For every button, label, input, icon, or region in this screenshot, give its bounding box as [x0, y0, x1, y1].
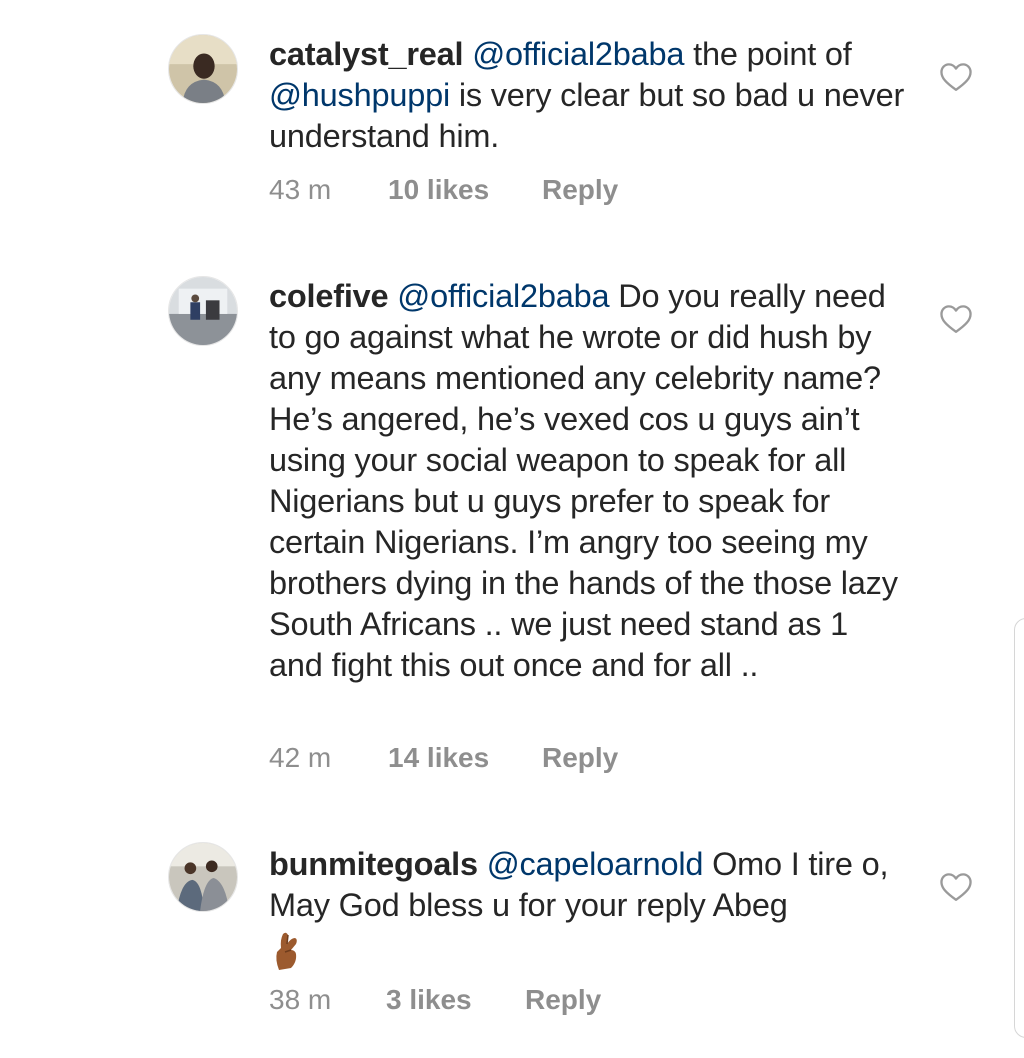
- comment-time: 43 m: [269, 174, 332, 205]
- comment-mention[interactable]: @capeloarnold: [487, 846, 704, 882]
- avatar-photo-icon: [169, 277, 237, 345]
- scroll-edge-panel: [1014, 618, 1024, 1038]
- comment-mention-2[interactable]: @hushpuppi: [269, 77, 450, 113]
- avatar-photo-icon: [169, 843, 237, 911]
- reply-button[interactable]: Reply: [542, 172, 618, 208]
- comment-time: 38 m: [269, 984, 332, 1015]
- comment-username[interactable]: colefive: [269, 278, 389, 314]
- comment-likes[interactable]: 3 likes: [386, 982, 472, 1018]
- comment-time: 42 m: [269, 742, 332, 773]
- comment-likes[interactable]: 10 likes: [388, 172, 489, 208]
- avatar[interactable]: [168, 842, 238, 912]
- comment-text: Do you really need to go against what he…: [269, 278, 898, 683]
- comment-body: bunmitegoals @capeloarnold Omo I tire o,…: [269, 844, 909, 970]
- avatar-photo-icon: [169, 35, 237, 103]
- comment-mention[interactable]: @official2baba: [472, 36, 684, 72]
- comment-username[interactable]: bunmitegoals: [269, 846, 478, 882]
- reply-button[interactable]: Reply: [525, 982, 601, 1018]
- heart-outline-icon[interactable]: [938, 60, 974, 92]
- comment-likes[interactable]: 14 likes: [388, 740, 489, 776]
- avatar[interactable]: [168, 34, 238, 104]
- heart-outline-icon[interactable]: [938, 870, 974, 902]
- comment-body: colefive @official2baba Do you really ne…: [269, 276, 909, 686]
- comment-text: the point of: [693, 36, 852, 72]
- comment-mention[interactable]: @official2baba: [397, 278, 609, 314]
- comment-body: catalyst_real @official2baba the point o…: [269, 34, 909, 157]
- avatar[interactable]: [168, 276, 238, 346]
- comment-username[interactable]: catalyst_real: [269, 36, 464, 72]
- reply-button[interactable]: Reply: [542, 740, 618, 776]
- heart-outline-icon[interactable]: [938, 302, 974, 334]
- crossed-fingers-emoji-icon: [276, 932, 297, 970]
